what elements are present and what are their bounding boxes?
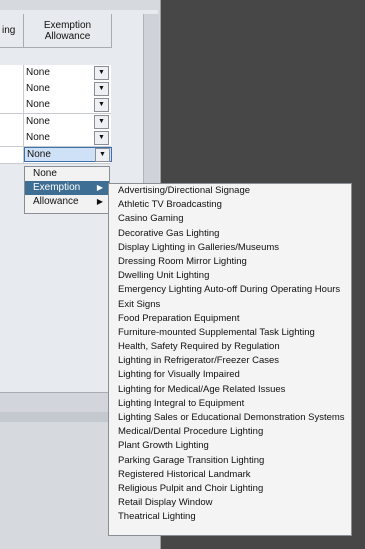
exemption-select[interactable]: None ▼ [24, 147, 112, 162]
submenu-item[interactable]: Dressing Room Mirror Lighting [109, 255, 351, 269]
menu-item-allowance[interactable]: Allowance ▶ [25, 195, 109, 209]
submenu-item[interactable]: Plant Growth Lighting [109, 439, 351, 453]
chevron-down-icon[interactable]: ▼ [94, 81, 109, 96]
submenu-item[interactable]: Lighting for Visually Impaired [109, 368, 351, 382]
submenu-item[interactable]: Theatrical Lighting [109, 510, 351, 524]
submenu-item[interactable]: Emergency Lighting Auto-off During Opera… [109, 283, 351, 297]
chevron-down-icon[interactable]: ▼ [95, 147, 110, 162]
submenu-item[interactable]: Display Lighting in Galleries/Museums [109, 241, 351, 255]
chevron-down-icon[interactable]: ▼ [94, 130, 109, 145]
exemption-select[interactable]: None ▼ [24, 97, 110, 112]
submenu-item[interactable]: Furniture-mounted Supplemental Task Ligh… [109, 326, 351, 340]
table-row: None ▼ [0, 147, 112, 164]
submenu-item[interactable]: Casino Gaming [109, 212, 351, 226]
column-header-partial[interactable]: ing [0, 14, 24, 48]
exemption-select[interactable]: None ▼ [24, 81, 110, 96]
submenu-item[interactable]: Parking Garage Transition Lighting [109, 454, 351, 468]
select-value: None [26, 67, 50, 78]
table-row: None ▼ [0, 97, 111, 114]
select-value: None [26, 116, 50, 127]
submenu-item[interactable]: Registered Historical Landmark [109, 468, 351, 482]
table-row: None ▼ [0, 114, 111, 131]
table-row: None ▼ [0, 130, 111, 147]
submenu-item[interactable]: Religious Pulpit and Choir Lighting [109, 482, 351, 496]
table-row: None ▼ [0, 81, 111, 98]
submenu-item[interactable]: Health, Safety Required by Regulation [109, 340, 351, 354]
submenu-item[interactable]: Lighting in Refrigerator/Freezer Cases [109, 354, 351, 368]
chevron-right-icon: ▶ [96, 183, 103, 192]
chevron-down-icon[interactable]: ▼ [94, 97, 109, 112]
select-value: None [26, 132, 50, 143]
exemption-select[interactable]: None ▼ [24, 114, 110, 129]
submenu-item[interactable]: Advertising/Directional Signage [109, 184, 351, 198]
submenu-item[interactable]: Retail Display Window [109, 496, 351, 510]
submenu-item[interactable]: Decorative Gas Lighting [109, 227, 351, 241]
submenu-item[interactable]: Athletic TV Broadcasting [109, 198, 351, 212]
submenu-item[interactable]: Food Preparation Equipment [109, 312, 351, 326]
menu-item-none[interactable]: None [25, 167, 109, 181]
exemption-submenu: Advertising/Directional Signage Athletic … [108, 183, 352, 536]
submenu-item[interactable]: Exit Signs [109, 298, 351, 312]
submenu-item[interactable]: Lighting Integral to Equipment [109, 397, 351, 411]
menu-item-exemption[interactable]: Exemption ▶ [25, 181, 109, 195]
dropdown-menu: None Exemption ▶ Allowance ▶ [24, 166, 110, 214]
chevron-right-icon: ▶ [96, 197, 103, 206]
select-value: None [27, 149, 51, 160]
select-value: None [26, 99, 50, 110]
column-header-exemption-allowance[interactable]: Exemption Allowance [24, 14, 112, 48]
chevron-down-icon[interactable]: ▼ [94, 114, 109, 129]
chevron-down-icon[interactable]: ▼ [94, 65, 109, 80]
submenu-item[interactable]: Medical/Dental Procedure Lighting [109, 425, 351, 439]
submenu-item[interactable]: Lighting Sales or Educational Demonstrat… [109, 411, 351, 425]
submenu-item[interactable]: Dwelling Unit Lighting [109, 269, 351, 283]
exemption-select[interactable]: None ▼ [24, 130, 110, 145]
submenu-item[interactable]: Lighting for Medical/Age Related Issues [109, 383, 351, 397]
exemption-select[interactable]: None ▼ [24, 65, 110, 80]
select-value: None [26, 83, 50, 94]
table-row: None ▼ [0, 65, 111, 82]
